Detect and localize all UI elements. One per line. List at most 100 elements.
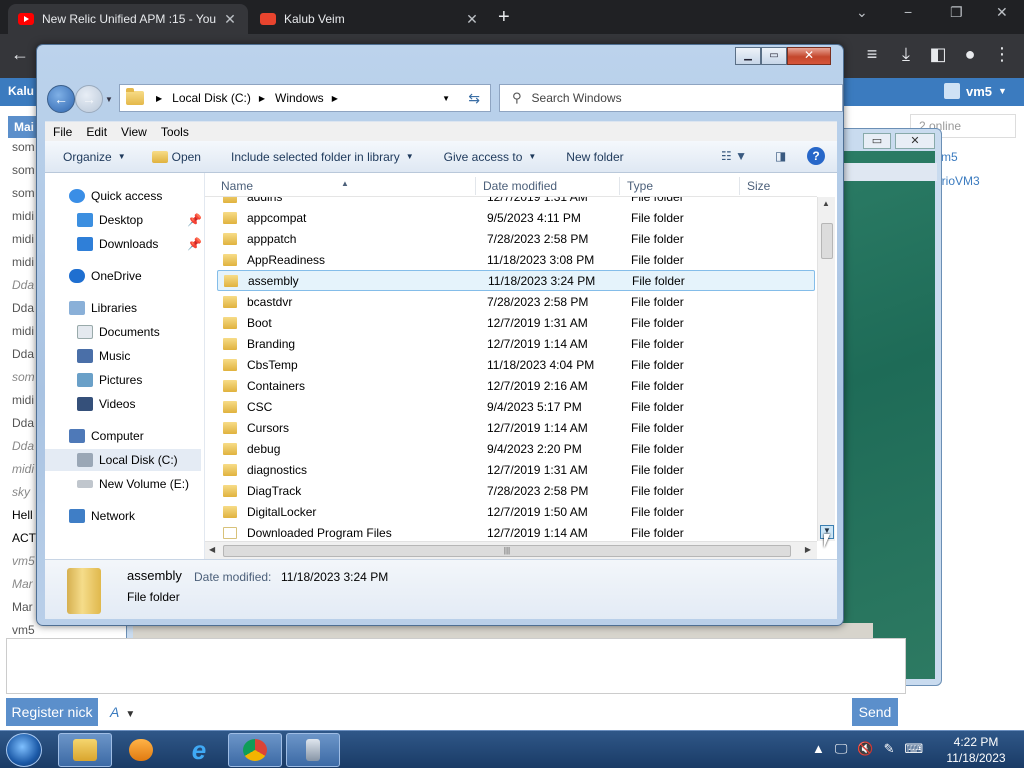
nav-libraries[interactable]: Libraries <box>45 297 201 319</box>
file-row[interactable]: DigitalLocker 12/7/2019 1:50 AM File folde… <box>217 501 815 522</box>
menu-file[interactable]: File <box>53 125 72 139</box>
include-in-library-button[interactable]: Include selected folder in library ▼ <box>231 150 414 164</box>
file-row[interactable]: CSC 9/4/2023 5:17 PM File folder <box>217 396 815 417</box>
scroll-right-icon[interactable]: ▶ <box>805 545 811 554</box>
media-player-icon[interactable] <box>114 733 168 767</box>
file-row[interactable]: assembly 11/18/2023 3:24 PM File folder <box>217 270 815 291</box>
file-row[interactable]: Downloaded Program Files 12/7/2019 1:14 A… <box>217 522 815 541</box>
nav-quick-access[interactable]: Quick access <box>45 185 201 207</box>
back-button[interactable]: ← <box>47 85 75 113</box>
scroll-thumb[interactable]: ||| <box>223 545 791 557</box>
send-button[interactable]: Send <box>852 698 898 726</box>
minimize-button[interactable]: ▁ <box>735 47 761 65</box>
close-icon[interactable]: ✕ <box>895 133 935 149</box>
chevron-right-icon[interactable]: ▶ <box>332 94 338 103</box>
file-row[interactable]: appcompat 9/5/2023 4:11 PM File folder <box>217 207 815 228</box>
column-type[interactable]: Type <box>627 179 653 193</box>
profile-icon[interactable]: ● <box>958 44 982 65</box>
column-divider[interactable] <box>475 177 476 195</box>
file-row[interactable]: Boot 12/7/2019 1:31 AM File folder <box>217 312 815 333</box>
column-name[interactable]: Name <box>221 179 253 193</box>
refresh-icon[interactable]: ⇆ <box>468 90 480 107</box>
file-row[interactable]: Branding 12/7/2019 1:14 AM File folder <box>217 333 815 354</box>
queue-icon[interactable]: ≡ <box>860 44 884 65</box>
new-folder-button[interactable]: New folder <box>566 150 623 164</box>
scroll-thumb[interactable] <box>821 223 833 259</box>
close-button[interactable]: ✕ <box>787 47 831 65</box>
search-box[interactable]: ⚲ Search Windows <box>499 84 843 112</box>
forward-button[interactable]: → <box>75 85 103 113</box>
breadcrumb-windows[interactable]: Windows <box>275 91 324 105</box>
restore-window-button[interactable]: ❐ <box>950 4 963 21</box>
file-row[interactable]: AppReadiness 11/18/2023 3:08 PM File folde… <box>217 249 815 270</box>
file-row[interactable]: CbsTemp 11/18/2023 4:04 PM File folder <box>217 354 815 375</box>
nav-documents[interactable]: Documents <box>45 321 201 343</box>
nav-videos[interactable]: Videos <box>45 393 201 415</box>
game-icon[interactable] <box>286 733 340 767</box>
nav-onedrive[interactable]: OneDrive <box>45 265 201 287</box>
file-row[interactable]: diagnostics 12/7/2019 1:31 AM File folder <box>217 459 815 480</box>
column-date-modified[interactable]: Date modified <box>483 179 557 193</box>
nav-downloads[interactable]: Downloads <box>45 233 201 255</box>
close-tab-icon[interactable]: ✕ <box>222 11 238 28</box>
file-row[interactable]: DiagTrack 7/28/2023 2:58 PM File folder <box>217 480 815 501</box>
menu-tools[interactable]: Tools <box>161 125 189 139</box>
start-button[interactable] <box>6 733 42 767</box>
pin-icon[interactable]: 📌 <box>187 237 202 251</box>
give-access-button[interactable]: Give access to ▼ <box>444 150 537 164</box>
show-hidden-icons-icon[interactable]: ▲ <box>812 741 825 757</box>
scroll-left-icon[interactable]: ◀ <box>209 545 215 554</box>
download-icon[interactable]: ⤓ <box>894 44 918 65</box>
scroll-up-icon[interactable]: ▲ <box>822 199 830 208</box>
chevron-right-icon[interactable]: ▶ <box>156 94 162 103</box>
minimize-window-button[interactable]: − <box>904 4 912 20</box>
more-icon[interactable]: ⋮ <box>990 44 1014 65</box>
preview-pane-icon[interactable]: ◨ <box>775 149 786 163</box>
chrome-icon[interactable] <box>228 733 282 767</box>
volume-muted-icon[interactable]: 🔇 <box>857 741 873 757</box>
close-window-button[interactable]: ✕ <box>996 4 1008 21</box>
tab-new-relic[interactable]: New Relic Unified APM :15 - You ✕ <box>8 4 248 34</box>
file-row[interactable]: debug 9/4/2023 2:20 PM File folder <box>217 438 815 459</box>
file-row[interactable]: bcastdvr 7/28/2023 2:58 PM File folder <box>217 291 815 312</box>
back-arrow-icon[interactable]: ← <box>8 44 32 65</box>
new-tab-button[interactable]: + <box>498 6 510 29</box>
column-divider[interactable] <box>739 177 740 195</box>
explorer-icon[interactable] <box>58 733 112 767</box>
chevron-right-icon[interactable]: ▶ <box>259 94 265 103</box>
tab-kalub-veim[interactable]: Kalub Veim ✕ <box>250 4 490 34</box>
close-tab-icon[interactable]: ✕ <box>464 11 480 28</box>
menu-edit[interactable]: Edit <box>86 125 107 139</box>
nav-music[interactable]: Music <box>45 345 201 367</box>
vertical-scrollbar[interactable]: ▲ ▼ <box>817 197 835 541</box>
view-options-icon[interactable]: ☷ ▼ <box>721 149 747 163</box>
nav-pictures[interactable]: Pictures <box>45 369 201 391</box>
internet-explorer-icon[interactable]: e <box>172 733 226 767</box>
pen-icon[interactable]: ✎ <box>884 741 895 757</box>
help-icon[interactable]: ? <box>807 147 825 165</box>
tab-search-icon[interactable]: ⌄ <box>856 4 868 21</box>
address-dropdown-icon[interactable]: ▼ <box>442 94 450 103</box>
horizontal-scrollbar[interactable]: ◀ ||| ▶ <box>205 541 817 559</box>
file-row[interactable]: Cursors 12/7/2019 1:14 AM File folder <box>217 417 815 438</box>
column-size[interactable]: Size <box>747 179 770 193</box>
keyboard-icon[interactable]: ⌨ <box>905 741 924 757</box>
chat-message-input[interactable] <box>6 638 906 694</box>
nav-new-volume[interactable]: New Volume (E:) <box>45 473 201 495</box>
user-menu[interactable]: vm5 ▼ <box>944 83 1007 99</box>
font-style-button[interactable]: A ▼ <box>110 704 135 720</box>
network-icon[interactable]: 🖵 <box>835 741 848 757</box>
file-row[interactable]: Containers 12/7/2019 2:16 AM File folder <box>217 375 815 396</box>
nav-local-disk[interactable]: Local Disk (C:) <box>45 449 201 471</box>
nav-desktop[interactable]: Desktop <box>45 209 201 231</box>
address-bar[interactable]: ▶ Local Disk (C:) ▶ Windows ▶ ▼ ⇆ <box>119 84 491 112</box>
nav-computer[interactable]: Computer <box>45 425 201 447</box>
recent-pages-icon[interactable]: ▼ <box>105 95 113 104</box>
breadcrumb-local-disk[interactable]: Local Disk (C:) <box>172 91 251 105</box>
sidebar-icon[interactable]: ◧ <box>926 44 950 65</box>
open-button[interactable]: Open <box>151 150 201 164</box>
nav-network[interactable]: Network <box>45 505 201 527</box>
menu-view[interactable]: View <box>121 125 147 139</box>
column-divider[interactable] <box>619 177 620 195</box>
register-nick-button[interactable]: Register nick <box>6 698 98 726</box>
